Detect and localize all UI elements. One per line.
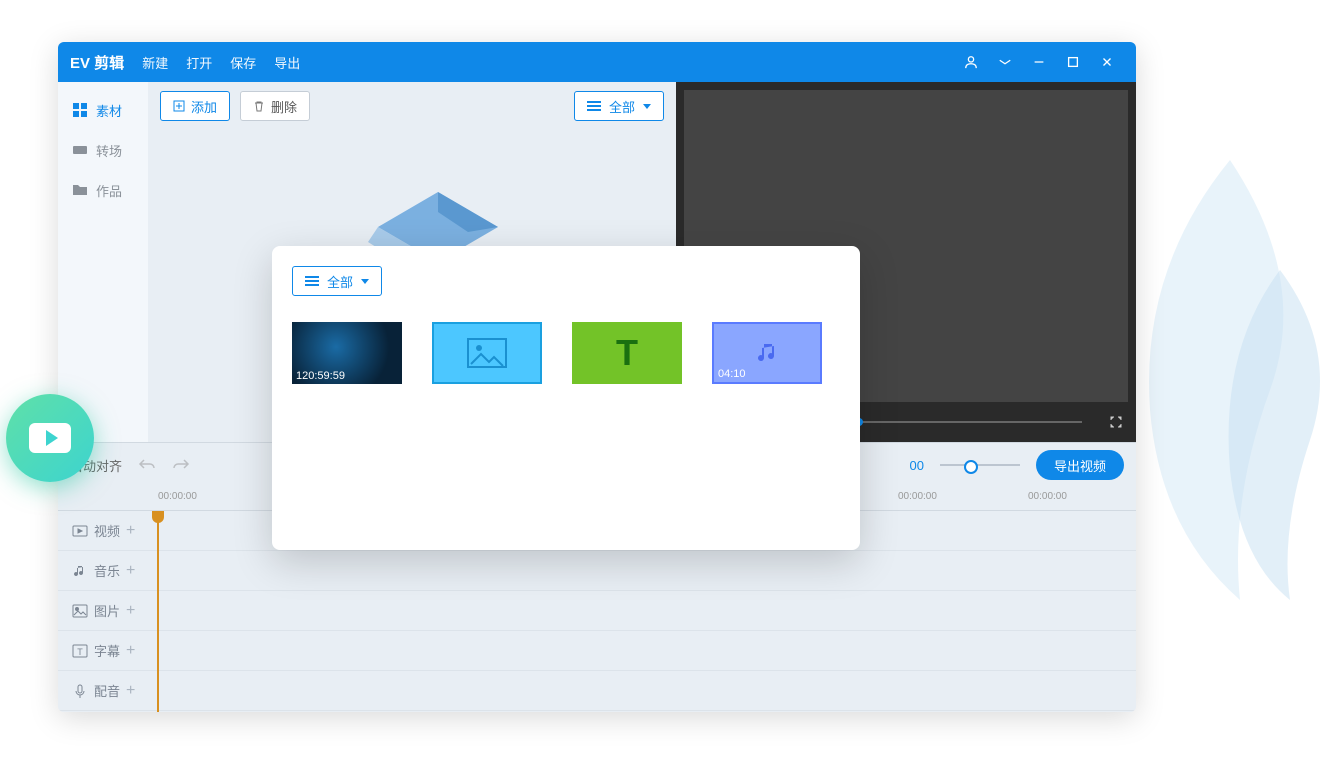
chevron-down-icon	[643, 104, 651, 109]
music-track-icon	[72, 563, 88, 579]
sidebar-item-label: 素材	[96, 101, 122, 120]
delete-button[interactable]: 删除	[240, 91, 310, 121]
redo-icon[interactable]	[172, 456, 190, 474]
media-thumbnails: 120:59:59 T 04:10	[292, 322, 840, 384]
sidebar-item-transition[interactable]: 转场	[58, 130, 148, 170]
music-icon	[752, 338, 782, 368]
track-add-icon[interactable]: +	[126, 682, 135, 700]
sidebar-item-material[interactable]: 素材	[58, 90, 148, 130]
track-voice[interactable]: 配音 +	[58, 671, 1136, 711]
sidebar-item-works[interactable]: 作品	[58, 170, 148, 210]
sidebar-item-label: 转场	[96, 141, 122, 160]
thumb-duration: 120:59:59	[296, 370, 345, 382]
fullscreen-icon[interactable]	[1106, 412, 1126, 432]
export-video-button[interactable]: 导出视频	[1036, 450, 1124, 480]
track-add-icon[interactable]: +	[126, 642, 135, 660]
image-track-icon	[72, 603, 88, 619]
filter-dropdown[interactable]: 全部	[574, 91, 664, 121]
close-icon[interactable]	[1090, 42, 1124, 82]
thumb-image[interactable]	[432, 322, 542, 384]
svg-text:T: T	[77, 647, 83, 657]
timeline-current-time: 00	[910, 458, 924, 473]
voice-track-icon	[72, 683, 88, 699]
chevron-down-icon	[361, 279, 369, 284]
popup-filter-dropdown[interactable]: 全部	[292, 266, 382, 296]
subtitle-track-icon: T	[72, 643, 88, 659]
track-image[interactable]: 图片 +	[58, 591, 1136, 631]
thumb-video[interactable]: 120:59:59	[292, 322, 402, 384]
track-add-icon[interactable]: +	[126, 562, 135, 580]
track-music[interactable]: 音乐 +	[58, 551, 1136, 591]
add-button[interactable]: 添加	[160, 91, 230, 121]
menu-open[interactable]: 打开	[186, 53, 212, 72]
grid-icon	[72, 102, 88, 118]
zoom-slider[interactable]	[940, 464, 1020, 466]
folder-icon	[72, 182, 88, 198]
material-toolbar: 添加 删除 全部	[148, 82, 676, 130]
thumb-duration: 04:10	[718, 368, 746, 380]
thumb-audio[interactable]: 04:10	[712, 322, 822, 384]
minimize-icon[interactable]	[1022, 42, 1056, 82]
ruler-tick: 00:00:00	[158, 491, 197, 502]
app-badge-icon	[6, 394, 94, 482]
sidebar: 素材 转场 作品	[58, 82, 148, 442]
user-icon[interactable]	[954, 42, 988, 82]
list-icon	[587, 101, 601, 111]
ruler-tick: 00:00:00	[1028, 491, 1067, 502]
transition-icon	[72, 142, 88, 158]
thumb-text[interactable]: T	[572, 322, 682, 384]
app-title: EV 剪辑	[70, 52, 124, 73]
media-picker-popup: 全部 120:59:59 T 04:10	[272, 246, 860, 550]
list-icon	[305, 276, 319, 286]
maximize-icon[interactable]	[1056, 42, 1090, 82]
titlebar: EV 剪辑 新建 打开 保存 导出	[58, 42, 1136, 82]
menu-new[interactable]: 新建	[142, 53, 168, 72]
sidebar-item-label: 作品	[96, 181, 122, 200]
track-subtitle[interactable]: T 字幕 +	[58, 631, 1136, 671]
undo-icon[interactable]	[138, 456, 156, 474]
video-track-icon	[72, 523, 88, 539]
menu-export[interactable]: 导出	[274, 53, 300, 72]
menu-icon[interactable]	[988, 42, 1022, 82]
ruler-tick: 00:00:00	[898, 491, 937, 502]
track-add-icon[interactable]: +	[126, 522, 135, 540]
track-add-icon[interactable]: +	[126, 602, 135, 620]
image-icon	[467, 338, 507, 368]
menu-save[interactable]: 保存	[230, 53, 256, 72]
